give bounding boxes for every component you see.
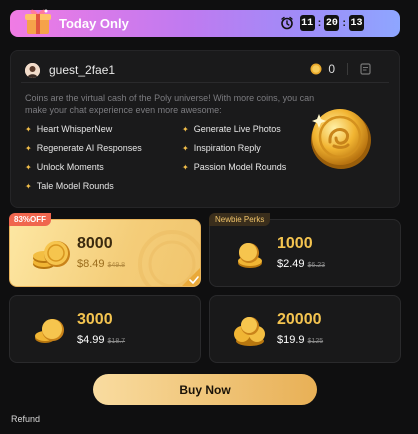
coin-stack-icon	[35, 319, 64, 343]
refund-link[interactable]: Refund	[11, 414, 40, 424]
perk-item: ✦ Generate Live Photos	[182, 124, 281, 134]
coins-description: Coins are the virtual cash of the Poly u…	[25, 93, 315, 115]
coin-icon	[310, 63, 322, 75]
coin-stack-icon	[33, 241, 70, 269]
timer-minutes: 20	[324, 15, 340, 31]
timer-separator: :	[317, 17, 322, 29]
balance-divider	[347, 63, 348, 75]
record-icon[interactable]	[360, 63, 371, 75]
gold-coin-icon	[311, 109, 371, 169]
coin-balance: 0	[310, 62, 371, 76]
coin-pile-icon	[234, 317, 265, 346]
username: guest_2fae1	[49, 63, 116, 77]
discount-badge: 83%OFF	[9, 213, 52, 226]
sparkle-icon: ✦	[182, 162, 189, 172]
package-card-20000[interactable]: 20000 $19.9 $125	[209, 295, 401, 363]
coins-info-card: guest_2fae1 0 Coins are the virtual cash…	[10, 50, 400, 208]
divider	[21, 82, 389, 83]
package-old-price: $49.8	[107, 262, 126, 269]
perk-item: ✦ Heart WhisperNew	[25, 124, 113, 134]
package-price: $19.9 $125	[277, 334, 324, 346]
package-price: $2.49 $6.23	[277, 258, 326, 270]
buy-now-button[interactable]: Buy Now	[93, 374, 317, 405]
user-row: guest_2fae1 0	[25, 60, 385, 80]
avatar	[25, 62, 40, 78]
sparkle-icon: ✦	[25, 181, 32, 191]
timer-separator: :	[342, 17, 346, 29]
sparkle-icon: ✦	[182, 143, 189, 153]
gift-icon	[25, 9, 51, 34]
coin-stack-icon	[238, 243, 262, 268]
sparkle-icon: ✦	[25, 124, 32, 134]
package-price: $8.49 $49.8	[77, 258, 126, 270]
perk-item: ✦ Regenerate AI Responses	[25, 143, 142, 153]
countdown-timer: 11 : 20 : 13	[280, 15, 364, 31]
package-coin-count: 3000	[77, 311, 113, 328]
timer-seconds: 13	[349, 15, 364, 31]
package-old-price: $18.7	[107, 338, 126, 345]
coin-balance-amount: 0	[328, 62, 335, 76]
package-coin-count: 1000	[277, 235, 313, 252]
package-card-1000[interactable]: 1000 $2.49 $6.23	[209, 219, 401, 287]
package-old-price: $6.23	[307, 262, 326, 269]
alarm-clock-icon	[280, 16, 293, 30]
selected-check-icon	[182, 268, 200, 286]
promo-title: Today Only	[59, 16, 129, 31]
package-old-price: $125	[307, 338, 324, 345]
perk-item: ✦ Tale Model Rounds	[25, 181, 114, 191]
sparkle-icon: ✦	[25, 143, 32, 153]
package-card-3000[interactable]: 3000 $4.99 $18.7	[9, 295, 201, 363]
perk-item: ✦ Unlock Moments	[25, 162, 104, 172]
package-price: $4.99 $18.7	[77, 334, 126, 346]
package-card-8000[interactable]: 8000 $8.49 $49.8	[9, 219, 201, 287]
package-coin-count: 20000	[277, 311, 322, 328]
newbie-badge: Newbie Perks	[209, 213, 271, 226]
sparkle-icon: ✦	[25, 162, 32, 172]
perk-item: ✦ Inspiration Reply	[182, 143, 261, 153]
sparkle-icon: ✦	[182, 124, 189, 134]
promo-banner: Today Only 11 : 20 : 13	[10, 9, 400, 37]
package-coin-count: 8000	[77, 235, 113, 252]
timer-hours: 11	[299, 15, 315, 31]
perk-item: ✦ Passion Model Rounds	[182, 162, 287, 172]
